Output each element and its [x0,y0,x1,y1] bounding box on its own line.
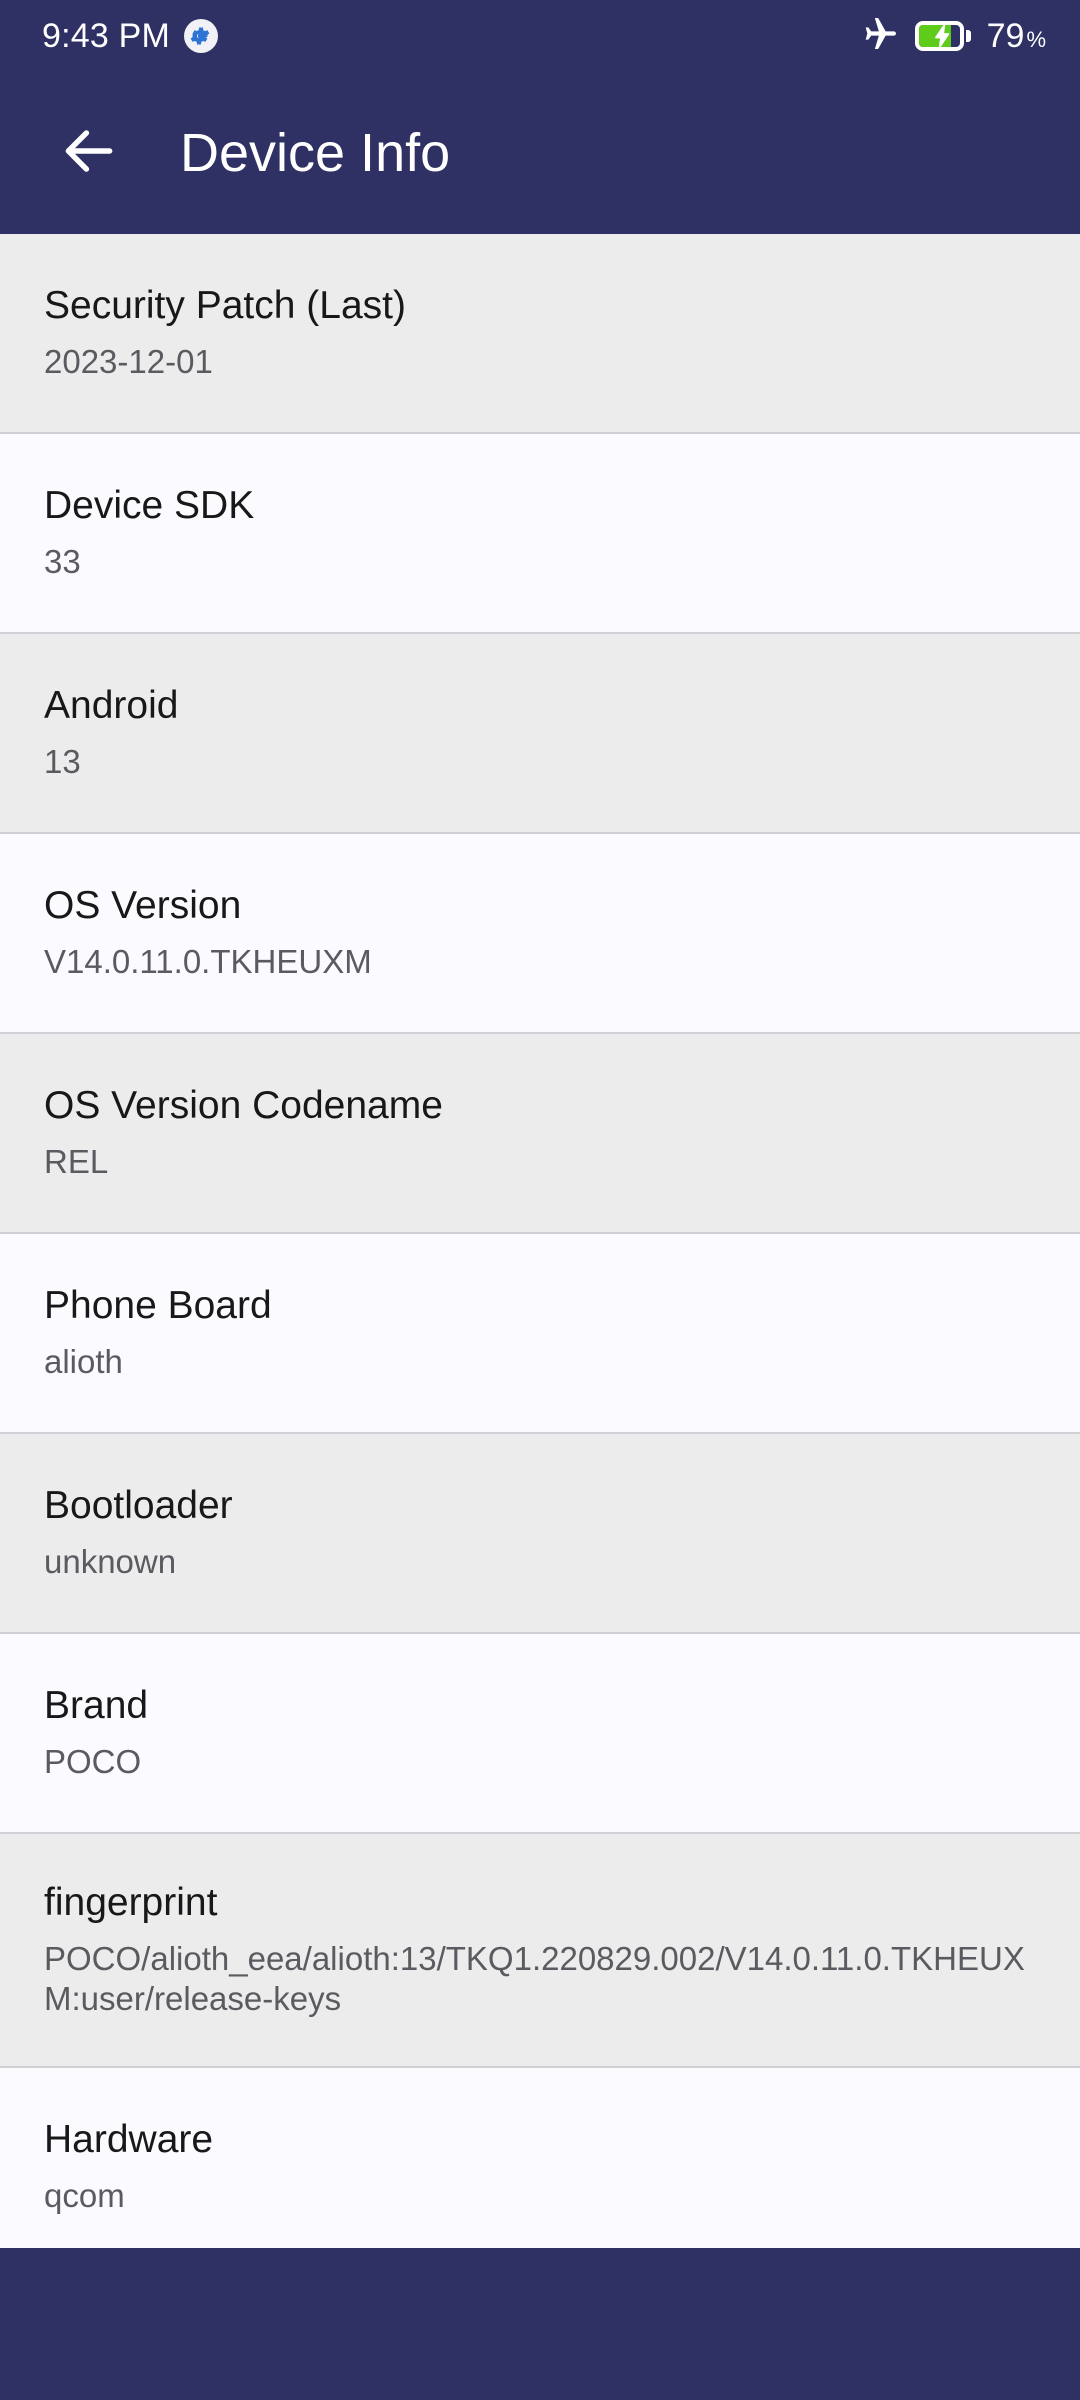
info-value: 2023-12-01 [44,342,213,380]
list-item[interactable]: OS Version V14.0.11.0.TKHEUXM [0,834,1080,1034]
info-label: Device SDK [44,484,255,528]
status-bar-left: 9:43 PM [42,17,219,55]
system-navigation-bar [0,2248,1080,2400]
list-item[interactable]: Device SDK 33 [0,434,1080,634]
info-value: POCO/alioth_eea/alioth:13/TKQ1.220829.00… [44,1939,1025,2017]
list-item[interactable]: OS Version Codename REL [0,1034,1080,1234]
list-item[interactable]: Hardware qcom [0,2068,1080,2248]
battery-percent-symbol: % [1026,27,1046,52]
info-value: alioth [44,1342,123,1380]
info-label: OS Version Codename [44,1084,443,1128]
device-info-screen: 9:43 PM 79 % Device Info Security Patch … [0,0,1080,2400]
info-value: unknown [44,1542,177,1580]
back-button[interactable] [46,110,132,196]
info-label: Bootloader [44,1484,233,1528]
list-item[interactable]: Android 13 [0,634,1080,834]
arrow-back-icon [58,120,120,187]
page-title: Device Info [180,123,451,183]
info-value: V14.0.11.0.TKHEUXM [44,942,372,980]
info-label: Phone Board [44,1284,272,1328]
list-item[interactable]: Phone Board alioth [0,1234,1080,1434]
info-label: Security Patch (Last) [44,284,406,328]
info-label: fingerprint [44,1880,218,1924]
info-value: REL [44,1142,109,1180]
status-clock: 9:43 PM [42,17,171,55]
battery-percent-label: 79% [987,19,1046,53]
info-value: qcom [44,2176,125,2214]
settings-gear-icon [184,19,219,53]
list-item[interactable]: Security Patch (Last) 2023-12-01 [0,234,1080,434]
info-label: Hardware [44,2118,214,2162]
status-bar: 9:43 PM 79 % [0,0,1080,72]
battery-charging-icon [914,21,971,51]
list-item[interactable]: fingerprint POCO/alioth_eea/alioth:13/TK… [0,1834,1080,2068]
list-item[interactable]: Bootloader unknown [0,1434,1080,1634]
battery-percent-value: 79 [986,17,1025,55]
info-value: 33 [44,542,81,580]
info-label: Android [44,684,179,728]
list-item[interactable]: Brand POCO [0,1634,1080,1834]
airplane-mode-icon [859,14,899,59]
app-bar: Device Info [0,72,1080,234]
info-label: OS Version [44,884,242,928]
info-label: Brand [44,1684,149,1728]
info-value: 13 [44,742,81,780]
info-value: POCO [44,1742,142,1780]
status-bar-right: 79% [859,14,1046,59]
device-info-list[interactable]: Security Patch (Last) 2023-12-01 Device … [0,234,1080,2248]
